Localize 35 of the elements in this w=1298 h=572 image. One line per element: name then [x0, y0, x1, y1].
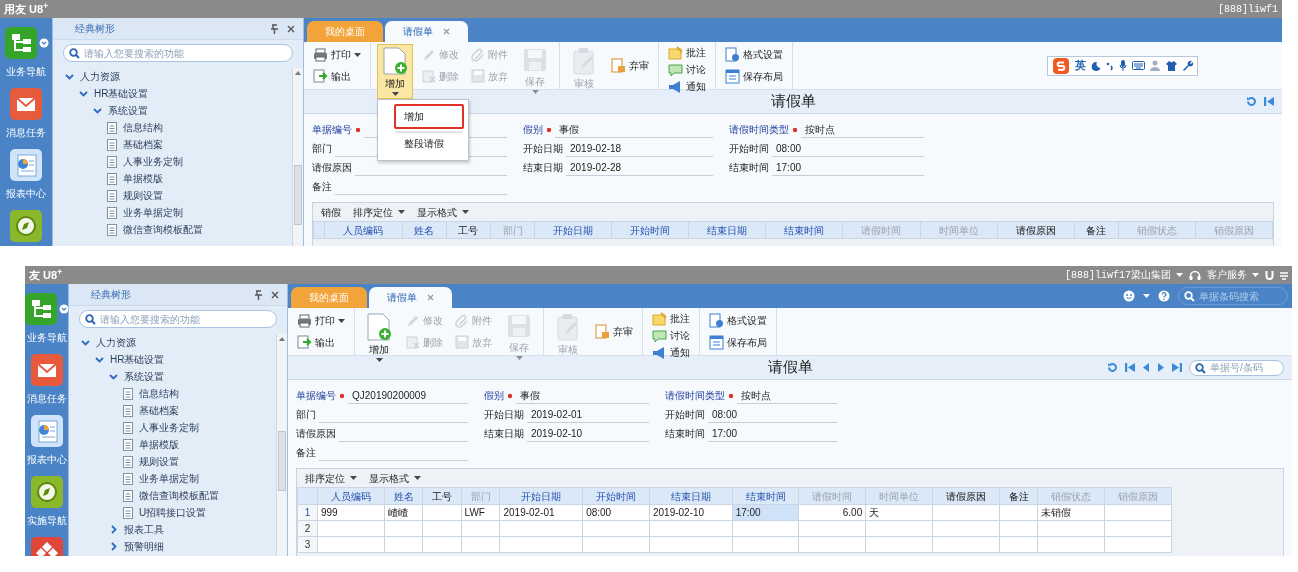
form-title: 请假单: [770, 91, 816, 112]
field-label: 结束日期: [523, 161, 563, 175]
field-label: 开始时间: [665, 408, 705, 422]
field-label: 部门: [296, 408, 316, 422]
field-label: 请假原因: [296, 427, 336, 441]
field-label: 请假原因: [312, 161, 352, 175]
field-label: 开始时间: [729, 142, 769, 156]
field-label: 单据编号: [312, 123, 352, 137]
table-cell: 未销假: [1037, 504, 1105, 521]
field-label: 备注: [312, 180, 332, 194]
app-title: 友 U8$^{+}$: [29, 266, 62, 283]
table-cell: 6.00: [798, 504, 866, 521]
field-label: 结束日期: [484, 427, 524, 441]
table-cell: 天: [865, 504, 933, 521]
panel-title: 经典树形: [75, 22, 115, 36]
field-label: 请假时间类型: [729, 123, 789, 137]
field-label: 假别: [523, 123, 543, 137]
table-cell: 嵖嵖: [384, 504, 423, 521]
field-label: 备注: [296, 446, 316, 460]
form-title: 请假单: [767, 357, 813, 378]
field-label: 结束时间: [665, 427, 705, 441]
table-cell: 2019-02-01: [499, 504, 583, 521]
field-label: 单据编号: [296, 389, 336, 403]
field-label: 请假时间类型: [665, 389, 725, 403]
table-cell: 2019-02-10: [649, 504, 733, 521]
panel-title: 经典树形: [91, 288, 131, 302]
table-cell: LWF: [461, 504, 500, 521]
field-label: 开始日期: [484, 408, 524, 422]
field-label: 开始日期: [523, 142, 563, 156]
field-label: 部门: [312, 142, 332, 156]
app-title: 用友 U8$^{+}$: [4, 0, 48, 17]
field-label: 假别: [484, 389, 504, 403]
table-cell: 999: [317, 504, 385, 521]
field-label: 结束时间: [729, 161, 769, 175]
table-cell: 08:00: [582, 504, 650, 521]
